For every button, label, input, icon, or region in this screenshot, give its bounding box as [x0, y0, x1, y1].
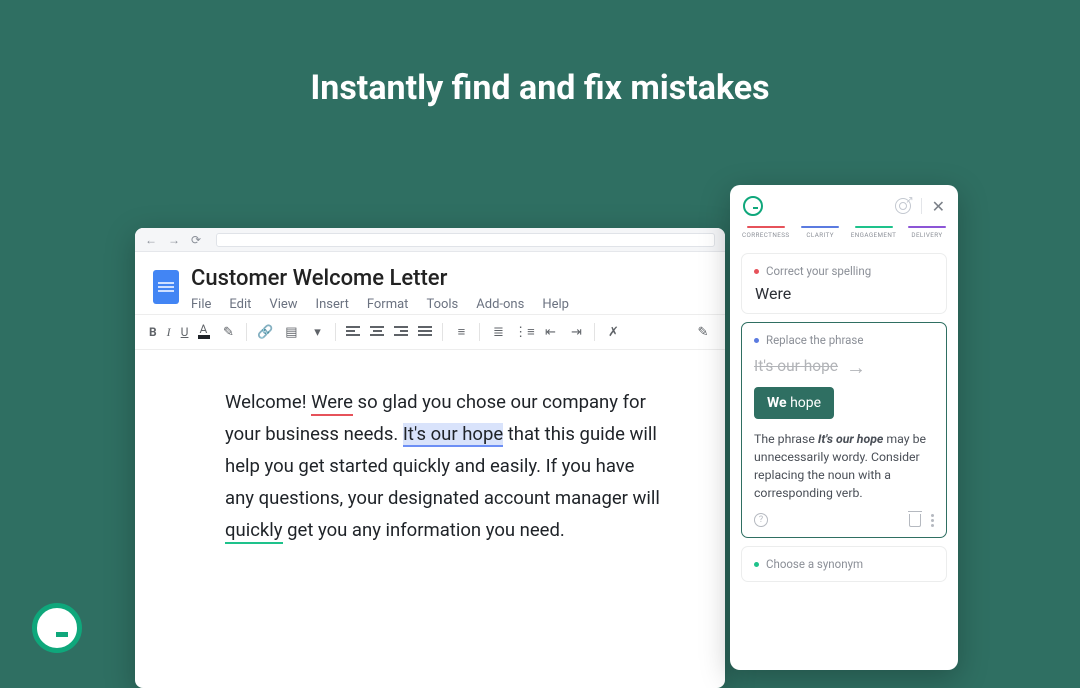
grammarly-panel: ↗ ✕ CORRECTNESS CLARITY ENGAGEMENT DELIV…	[730, 185, 958, 670]
category-dot-icon	[754, 562, 759, 567]
suggestion-hint: Correct your spelling	[766, 264, 871, 278]
forward-icon[interactable]: →	[168, 233, 180, 247]
browser-chrome-bar: ← → ⟳	[135, 228, 725, 252]
category-clarity[interactable]: CLARITY	[801, 226, 839, 239]
separator	[921, 198, 922, 214]
toolbar-separator	[335, 323, 336, 341]
category-tabs: CORRECTNESS CLARITY ENGAGEMENT DELIVERY	[741, 224, 947, 245]
menu-view[interactable]: View	[269, 297, 297, 312]
suggestion-explanation: The phrase It's our hope may be unnecess…	[754, 431, 934, 503]
apply-suggestion-button[interactable]: We hope	[754, 387, 834, 419]
menu-help[interactable]: Help	[542, 297, 569, 312]
category-bar	[801, 226, 839, 228]
numbered-list-icon[interactable]: ≣	[490, 324, 506, 340]
align-justify-icon[interactable]	[418, 326, 432, 338]
clarity-suggestion[interactable]: It's our hope	[403, 423, 503, 447]
indent-icon[interactable]: ⇥	[568, 324, 584, 340]
toolbar-separator	[479, 323, 480, 341]
toolbar-separator	[594, 323, 595, 341]
menu-addons[interactable]: Add-ons	[476, 297, 524, 312]
suggestion-card-replace[interactable]: Replace the phrase It's our hope → We ho…	[741, 322, 947, 538]
category-engagement[interactable]: ENGAGEMENT	[851, 226, 897, 239]
category-dot-icon	[754, 269, 759, 274]
document-title[interactable]: Customer Welcome Letter	[191, 266, 569, 291]
category-bar	[747, 226, 785, 228]
underline-button[interactable]: U	[181, 325, 189, 339]
align-center-icon[interactable]	[370, 326, 384, 338]
align-left-icon[interactable]	[346, 326, 360, 338]
arrow-right-icon: →	[846, 355, 866, 380]
grammarly-logo-icon	[743, 196, 763, 216]
more-options-icon[interactable]	[931, 514, 934, 527]
menu-file[interactable]: File	[191, 297, 211, 312]
category-label: CLARITY	[806, 231, 834, 239]
spelling-error[interactable]: Were	[311, 391, 353, 416]
edit-mode-icon[interactable]: ✎	[695, 324, 711, 340]
engagement-suggestion[interactable]: quickly	[225, 519, 283, 544]
body-text: Welcome!	[225, 391, 311, 413]
dismiss-icon[interactable]	[909, 514, 921, 527]
category-label: ENGAGEMENT	[851, 231, 897, 239]
menu-format[interactable]: Format	[367, 297, 409, 312]
suggestion-card-spelling[interactable]: Correct your spelling Were	[741, 253, 947, 314]
comment-icon[interactable]: ▤	[283, 324, 299, 340]
help-icon[interactable]: ?	[754, 513, 768, 527]
menu-tools[interactable]: Tools	[426, 297, 458, 312]
highlight-icon[interactable]: ✎	[220, 324, 236, 340]
document-header: Customer Welcome Letter File Edit View I…	[135, 252, 725, 314]
suggestion-bold: We	[767, 395, 787, 411]
italic-button[interactable]: I	[167, 325, 171, 340]
suggestion-hint: Replace the phrase	[766, 333, 863, 347]
align-right-icon[interactable]	[394, 326, 408, 338]
document-body[interactable]: Welcome! Were so glad you chose our comp…	[135, 350, 725, 546]
category-bar	[908, 226, 946, 228]
link-icon[interactable]: 🔗	[257, 324, 273, 340]
category-correctness[interactable]: CORRECTNESS	[742, 226, 790, 239]
google-docs-window: ← → ⟳ Customer Welcome Letter File Edit …	[135, 228, 725, 688]
google-docs-icon	[153, 270, 179, 304]
toolbar-separator	[246, 323, 247, 341]
outdent-icon[interactable]: ⇤	[542, 324, 558, 340]
suggestion-card-synonym[interactable]: Choose a synonym	[741, 546, 947, 582]
menu-insert[interactable]: Insert	[316, 297, 349, 312]
line-spacing-icon[interactable]: ≡	[453, 324, 469, 340]
clear-formatting-icon[interactable]: ✗	[605, 324, 621, 340]
bulleted-list-icon[interactable]: ⋮≡	[516, 324, 532, 340]
grammarly-brand-corner	[32, 603, 82, 653]
menu-edit[interactable]: Edit	[229, 297, 251, 312]
category-dot-icon	[754, 338, 759, 343]
bold-button[interactable]: B	[149, 325, 157, 339]
back-icon[interactable]: ←	[145, 233, 157, 247]
original-phrase: It's our hope	[754, 357, 838, 375]
grammarly-logo-icon	[32, 603, 82, 653]
suggestion-hint: Choose a synonym	[766, 557, 863, 571]
category-delivery[interactable]: DELIVERY	[908, 226, 946, 239]
address-bar[interactable]	[216, 233, 715, 247]
category-label: CORRECTNESS	[742, 231, 790, 239]
suggestion-word: Were	[755, 284, 934, 303]
close-icon[interactable]: ✕	[932, 197, 945, 216]
goals-icon[interactable]: ↗	[895, 198, 911, 214]
body-text: get you any information you need.	[283, 519, 565, 541]
docs-toolbar: B I U ✎ 🔗 ▤ ▾ ≡ ≣ ⋮≡ ⇤ ⇥ ✗ ✎	[135, 314, 725, 350]
reload-icon[interactable]: ⟳	[191, 233, 201, 247]
docs-menu-bar: File Edit View Insert Format Tools Add-o…	[191, 297, 569, 312]
page-headline: Instantly find and fix mistakes	[0, 68, 1080, 108]
toolbar-separator	[442, 323, 443, 341]
category-label: DELIVERY	[911, 231, 942, 239]
text-color-button[interactable]	[198, 335, 210, 339]
image-icon[interactable]: ▾	[309, 324, 325, 340]
category-bar	[855, 226, 893, 228]
suggestion-rest: hope	[787, 395, 821, 411]
panel-header: ↗ ✕	[741, 196, 947, 216]
